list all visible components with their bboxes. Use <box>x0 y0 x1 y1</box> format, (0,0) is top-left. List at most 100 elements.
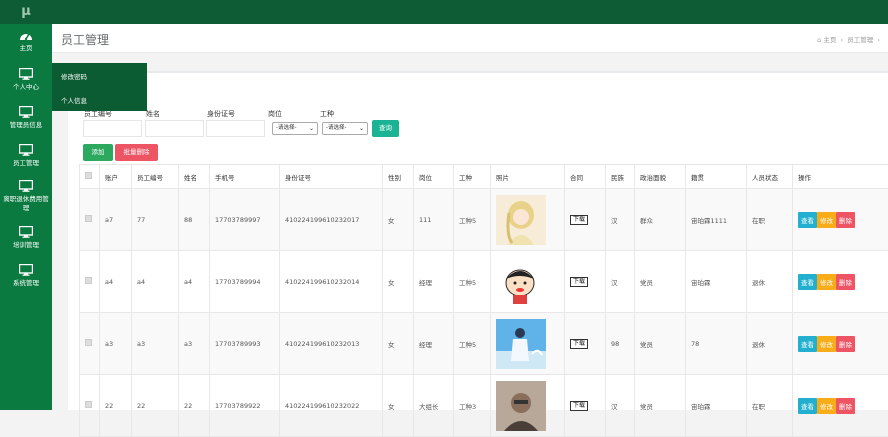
name-label: 姓名 <box>146 109 160 119</box>
cell-contract: 下载 <box>565 189 606 251</box>
breadcrumb: ⌂ 主页 › 员工管理 › <box>817 34 880 44</box>
delete-button[interactable]: 删除 <box>836 398 855 414</box>
breadcrumb-home[interactable]: 主页 <box>823 36 836 44</box>
sidebar-item-training[interactable]: 培训管理 <box>0 226 52 250</box>
monitor-icon <box>19 144 33 156</box>
table-row: 22 22 22 17703789922 410224199610232022 … <box>80 375 888 437</box>
id-card-input[interactable] <box>206 120 265 137</box>
cell-phone: 17703789997 <box>210 189 280 251</box>
column-header: 姓名 <box>179 165 210 189</box>
delete-button[interactable]: 删除 <box>836 212 855 228</box>
add-button[interactable]: 添加 <box>83 144 113 161</box>
app-logo: μ <box>0 0 52 24</box>
sidebar-item-label: 离职退休费用管理 <box>3 195 49 212</box>
column-header: 手机号 <box>210 165 280 189</box>
column-header: 员工编号 <box>132 165 179 189</box>
breadcrumb-current: 员工管理 <box>847 36 873 44</box>
view-button[interactable]: 查看 <box>798 398 817 414</box>
sidebar-item-home[interactable]: 主页 <box>0 30 52 53</box>
cell-nation: 98 <box>606 313 635 375</box>
table-row: a3 a3 a3 17703789993 410224199610232013 … <box>80 313 888 375</box>
cell-type: 工种5 <box>454 189 491 251</box>
type-select[interactable]: -请选择-⌄ <box>322 122 368 135</box>
cell-photo <box>491 375 565 437</box>
cell-emp-no: a3 <box>132 313 179 375</box>
page-header: 员工管理 ⌂ 主页 › 员工管理 › <box>52 24 888 53</box>
sidebar-item-employee-management[interactable]: 员工管理 <box>0 144 52 168</box>
cell-political: 党员 <box>635 313 686 375</box>
emp-no-input[interactable] <box>83 120 142 137</box>
sidebar-item-retirement-fees[interactable]: 离职退休费用管理 <box>0 180 52 213</box>
view-button[interactable]: 查看 <box>798 212 817 228</box>
column-header: 操作 <box>793 165 888 189</box>
cell-contract: 下载 <box>565 313 606 375</box>
row-checkbox[interactable] <box>80 189 100 251</box>
name-input[interactable] <box>145 120 204 137</box>
cell-name: a3 <box>179 313 210 375</box>
monitor-icon <box>19 106 33 118</box>
dashboard-icon <box>19 30 33 41</box>
post-select[interactable]: -请选择-⌄ <box>272 122 318 135</box>
monitor-icon <box>19 180 33 192</box>
monitor-icon <box>19 68 33 80</box>
row-checkbox[interactable] <box>80 251 100 313</box>
column-header: 性别 <box>383 165 414 189</box>
cell-contract: 下载 <box>565 375 606 437</box>
sidebar-item-personal-center[interactable]: 个人中心 <box>0 68 52 92</box>
flyout-personal-info[interactable]: 个人信息 <box>61 95 87 105</box>
employee-photo <box>496 319 546 369</box>
edit-button[interactable]: 修改 <box>817 336 836 352</box>
sidebar: 主页 个人中心 管理员信息 员工管理 离职退休费用管理 培训管理 系统管理 <box>0 24 52 410</box>
query-button[interactable]: 查询 <box>372 120 399 137</box>
cell-emp-no: 77 <box>132 189 179 251</box>
cell-native: 宙珀霖 <box>686 251 747 313</box>
cell-nation: 汉 <box>606 189 635 251</box>
download-link[interactable]: 下载 <box>570 215 588 225</box>
page-title: 员工管理 <box>61 31 109 48</box>
edit-button[interactable]: 修改 <box>817 398 836 414</box>
column-header: 工种 <box>454 165 491 189</box>
delete-button[interactable]: 删除 <box>836 336 855 352</box>
cell-political: 党员 <box>635 375 686 437</box>
id-card-label: 身份证号 <box>207 109 235 119</box>
cell-gender: 女 <box>383 189 414 251</box>
chevron-down-icon: ⌄ <box>309 123 314 134</box>
cell-nation: 汉 <box>606 375 635 437</box>
row-checkbox[interactable] <box>80 313 100 375</box>
cell-photo <box>491 189 565 251</box>
chevron-right-icon[interactable]: › <box>877 36 880 44</box>
table-row: a7 77 88 17703789997 410224199610232017 … <box>80 189 888 251</box>
sidebar-item-label: 主页 <box>20 44 33 52</box>
cell-id-card: 410224199610232017 <box>280 189 383 251</box>
flyout-change-password[interactable]: 修改密码 <box>61 71 87 81</box>
cell-emp-no: 22 <box>132 375 179 437</box>
batch-delete-button[interactable]: 批量删除 <box>115 144 158 161</box>
delete-button[interactable]: 删除 <box>836 274 855 290</box>
cell-name: 88 <box>179 189 210 251</box>
employee-table: 账户 员工编号 姓名 手机号 身份证号 性别 岗位 工种 照片 合同 民族 政治… <box>79 164 888 437</box>
sidebar-item-system[interactable]: 系统管理 <box>0 264 52 288</box>
sidebar-item-label: 管理员信息 <box>10 121 43 129</box>
monitor-icon <box>19 226 33 238</box>
cell-post: 经理 <box>414 251 454 313</box>
cell-political: 党员 <box>635 251 686 313</box>
cell-type: 工种3 <box>454 375 491 437</box>
cell-phone: 17703789993 <box>210 313 280 375</box>
cell-type: 工种5 <box>454 251 491 313</box>
table-row: a4 a4 a4 17703789994 410224199610232014 … <box>80 251 888 313</box>
view-button[interactable]: 查看 <box>798 274 817 290</box>
view-button[interactable]: 查看 <box>798 336 817 352</box>
row-checkbox[interactable] <box>80 375 100 437</box>
download-link[interactable]: 下载 <box>570 339 588 349</box>
cell-nation: 汉 <box>606 251 635 313</box>
column-header: 岗位 <box>414 165 454 189</box>
sidebar-item-admin-info[interactable]: 管理员信息 <box>0 106 52 130</box>
select-all-checkbox[interactable] <box>80 165 100 189</box>
cell-native: 宙珀霖 <box>686 375 747 437</box>
cell-phone: 17703789922 <box>210 375 280 437</box>
download-link[interactable]: 下载 <box>570 401 588 411</box>
cell-actions: 查看修改删除 <box>793 375 888 437</box>
edit-button[interactable]: 修改 <box>817 212 836 228</box>
edit-button[interactable]: 修改 <box>817 274 836 290</box>
download-link[interactable]: 下载 <box>570 277 588 287</box>
